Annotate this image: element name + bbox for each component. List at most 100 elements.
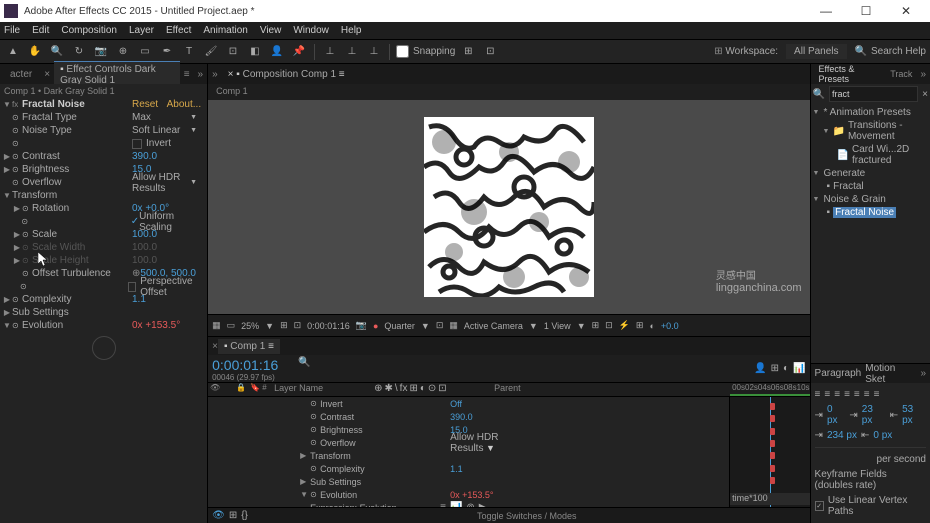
keyframe-marker[interactable] [770,428,775,435]
selection-tool[interactable]: ▲ [4,43,22,61]
views-dropdown[interactable]: 1 View [544,321,571,331]
effect-name[interactable]: Fractal Noise [22,99,132,110]
menu-help[interactable]: Help [341,25,362,36]
justify-center-icon[interactable]: ≡ [854,389,860,400]
prop-transform[interactable]: Transform [12,190,122,201]
effects-search-input[interactable] [829,86,918,102]
puppet-tool[interactable]: 📌 [290,43,308,61]
camera-dropdown[interactable]: Active Camera [464,321,523,331]
keyframe-marker[interactable] [770,415,775,422]
tl-prop-sub-settings[interactable]: Sub Settings [310,477,440,487]
exposure-value[interactable]: +0.0 [661,321,679,331]
linear-vertex-checkbox[interactable]: ✓ [815,501,824,511]
fractal-type-dropdown[interactable]: Max▼ [132,112,205,123]
brackets-icon[interactable]: {} [241,510,248,521]
timeline-search-icon[interactable]: 🔍 [298,357,310,380]
keyframe-marker[interactable] [770,440,775,447]
tree-generate[interactable]: Generate [824,168,866,179]
mask-icon[interactable]: ⊡ [294,320,302,331]
scale-value[interactable]: 100.0 [132,229,157,240]
exposure-reset-icon[interactable]: ◐ [649,321,654,331]
tree-transitions[interactable]: Transitions - Movement [848,120,928,142]
evolution-value[interactable]: 0x +153.5° [132,320,180,331]
indent-first-value[interactable]: 23 px [862,404,886,426]
justify-left-icon[interactable]: ≡ [844,389,850,400]
menu-layer[interactable]: Layer [129,25,154,36]
contrast-value[interactable]: 390.0 [132,151,157,162]
about-link[interactable]: About... [167,99,201,110]
align-right-icon[interactable]: ≡ [834,389,840,400]
prop-sub-settings[interactable]: Sub Settings [12,307,122,318]
snapshot-icon[interactable]: 📷 [356,320,367,331]
rotate-tool[interactable]: ↻ [70,43,88,61]
fx-badge[interactable]: fx [12,100,22,109]
view-axis-icon[interactable]: ⊥ [365,43,383,61]
space-before-value[interactable]: 234 px [827,430,857,441]
expression-text[interactable]: time*100 [730,493,809,505]
pen-tool[interactable]: ✒ [158,43,176,61]
perspective-offset-checkbox[interactable] [128,282,136,292]
workspace-dropdown[interactable]: All Panels [786,44,846,59]
tree-fractal-noise[interactable]: Fractal Noise [833,207,896,218]
brush-tool[interactable]: 🖌 [202,43,220,61]
menu-composition[interactable]: Composition [61,25,117,36]
keyframe-marker[interactable] [770,403,775,410]
layer-name-header[interactable]: Layer Name [274,383,374,396]
justify-all-icon[interactable]: ≡ [874,389,880,400]
justify-right-icon[interactable]: ≡ [864,389,870,400]
menu-view[interactable]: View [260,25,282,36]
timeline-icon[interactable]: ⚡ [619,320,630,331]
motion-blur-icon[interactable]: ◐ [783,363,789,374]
frame-blend-icon[interactable]: ⊞ [771,363,779,374]
minimize-button[interactable]: — [806,4,846,18]
align-center-icon[interactable]: ≡ [824,389,830,400]
camera-tool[interactable]: 📷 [92,43,110,61]
invert-checkbox[interactable] [132,139,142,149]
local-axis-icon[interactable]: ⊥ [321,43,339,61]
close-button[interactable]: ✕ [886,4,926,18]
clone-tool[interactable]: ⊡ [224,43,242,61]
menu-window[interactable]: Window [293,25,329,36]
complexity-value[interactable]: 1.1 [132,294,146,305]
world-axis-icon[interactable]: ⊥ [343,43,361,61]
snap-opt1-icon[interactable]: ⊞ [459,43,477,61]
tree-card-wipe[interactable]: Card Wi...2D fractured [852,144,928,166]
type-tool[interactable]: T [180,43,198,61]
tab-character[interactable]: acter [4,67,38,82]
zoom-value[interactable]: 25% [241,321,259,331]
search-help[interactable]: 🔍 Search Help [855,46,926,57]
menu-edit[interactable]: Edit [32,25,49,36]
tab-composition[interactable]: × ▪ Composition Comp 1 ≡ [222,67,351,82]
keyframe-fields-label[interactable]: Keyframe Fields (doubles rate) [815,469,926,491]
twirl-icon[interactable]: ▼ [2,100,12,109]
roto-tool[interactable]: 👤 [268,43,286,61]
eraser-tool[interactable]: ◧ [246,43,264,61]
align-left-icon[interactable]: ≡ [815,389,821,400]
tree-noise-grain[interactable]: Noise & Grain [824,194,886,205]
snap-opt2-icon[interactable]: ⊡ [481,43,499,61]
keyframe-marker[interactable] [770,477,775,484]
fast-preview-icon[interactable]: ⊡ [605,320,613,331]
zoom-tool[interactable]: 🔍 [48,43,66,61]
pixel-aspect-icon[interactable]: ⊞ [592,320,600,331]
menu-animation[interactable]: Animation [203,25,247,36]
shy-icon[interactable]: 👤 [754,363,766,374]
evolution-dial[interactable] [92,336,116,360]
tab-tracker[interactable]: Track [886,67,916,81]
work-area[interactable] [730,394,809,396]
tl-contrast-value[interactable]: 390.0 [450,412,530,422]
composition-viewer[interactable]: 灵感中国 lingganchina.com [208,100,809,314]
menu-effect[interactable]: Effect [166,25,191,36]
transparency-icon[interactable]: ▦ [449,320,458,331]
shape-tool[interactable]: ▭ [136,43,154,61]
panel-menu-icon[interactable]: ≡ [184,69,190,80]
aspect-icon[interactable]: ⊞ [280,320,288,331]
render-queue-icon[interactable]: ⊞ [229,510,237,521]
space-after-value[interactable]: 0 px [873,430,892,441]
keyframe-marker[interactable] [770,452,775,459]
tl-complexity-value[interactable]: 1.1 [450,464,530,474]
roi-icon[interactable]: ⊡ [436,320,444,331]
resolution-icon[interactable]: ▭ [227,320,236,331]
panel-overflow-icon[interactable]: » [198,69,204,80]
time-value[interactable]: 0:00:01:16 [307,321,350,331]
